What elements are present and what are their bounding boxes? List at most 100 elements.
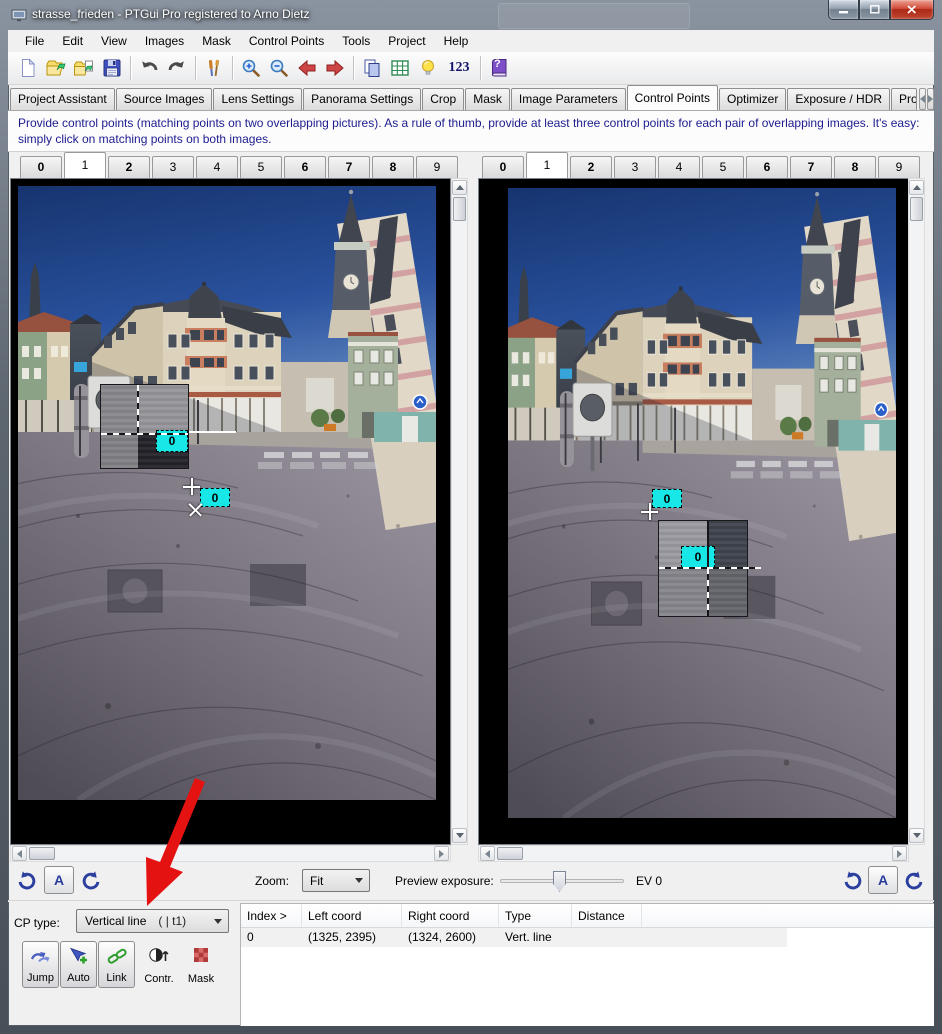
scroll-up-button[interactable] — [909, 180, 924, 195]
tools-button[interactable] — [200, 55, 228, 82]
previous-pair-button[interactable] — [293, 55, 321, 82]
col-header-right-coord[interactable]: Right coord — [402, 904, 499, 928]
menu-control-points[interactable]: Control Points — [240, 31, 333, 51]
scroll-right-button[interactable] — [434, 846, 449, 861]
new-project-button[interactable] — [14, 55, 42, 82]
scroll-left-button[interactable] — [480, 846, 495, 861]
optimizer-button[interactable] — [414, 55, 442, 82]
right-image-tab-9[interactable]: 9 — [878, 156, 920, 178]
link-button[interactable]: Link — [98, 941, 135, 988]
auto-button[interactable]: Auto — [60, 941, 97, 988]
menu-edit[interactable]: Edit — [53, 31, 92, 51]
scroll-up-button[interactable] — [452, 180, 467, 195]
rotate-cw-right-button[interactable] — [901, 868, 927, 894]
numeric-transform-button[interactable]: 123 — [442, 55, 476, 82]
left-horizontal-scrollbar[interactable] — [10, 845, 451, 862]
menu-file[interactable]: File — [16, 31, 53, 51]
images-button[interactable] — [358, 55, 386, 82]
col-header-left-coord[interactable]: Left coord — [302, 904, 402, 928]
tab-image-parameters[interactable]: Image Parameters — [511, 88, 626, 110]
tab-control-points[interactable]: Control Points — [627, 85, 718, 110]
left-image-tab-1[interactable]: 1 — [64, 152, 106, 178]
left-image-tab-9[interactable]: 9 — [416, 156, 458, 178]
left-vertical-scrollbar[interactable] — [451, 178, 468, 845]
zoom-out-button[interactable] — [265, 55, 293, 82]
cell-distance[interactable] — [572, 928, 642, 947]
left-image-tab-0[interactable]: 0 — [20, 156, 62, 178]
cp-plus-marker[interactable] — [183, 478, 200, 495]
rotate-ccw-right-button[interactable] — [840, 868, 866, 894]
left-image-tab-7[interactable]: 7 — [328, 156, 370, 178]
tab-lens-settings[interactable]: Lens Settings — [213, 88, 302, 110]
save-project-button[interactable] — [98, 55, 126, 82]
col-header-type[interactable]: Type — [499, 904, 572, 928]
close-button[interactable] — [890, 0, 934, 20]
tab-panorama-settings[interactable]: Panorama Settings — [303, 88, 421, 110]
undo-button[interactable] — [135, 55, 163, 82]
menu-images[interactable]: Images — [136, 31, 193, 51]
scroll-down-button[interactable] — [452, 828, 467, 843]
right-image-tab-5[interactable]: 5 — [702, 156, 744, 178]
tab-exposure-hdr[interactable]: Exposure / HDR — [787, 88, 890, 110]
tab-mask[interactable]: Mask — [465, 88, 510, 110]
open-project-button[interactable] — [42, 55, 70, 82]
right-image-tab-1[interactable]: 1 — [526, 152, 568, 178]
scroll-down-button[interactable] — [909, 828, 924, 843]
right-image-tab-2[interactable]: 2 — [570, 156, 612, 178]
tab-optimizer[interactable]: Optimizer — [719, 88, 786, 110]
scroll-right-button[interactable] — [892, 846, 907, 861]
left-image-tab-5[interactable]: 5 — [240, 156, 282, 178]
left-image-tab-3[interactable]: 3 — [152, 156, 194, 178]
menu-help[interactable]: Help — [435, 31, 478, 51]
control-point-table[interactable]: Index > Left coord Right coord Type Dist… — [241, 903, 934, 1026]
mask-button[interactable]: Mask — [180, 941, 222, 988]
col-header-distance[interactable]: Distance — [572, 904, 642, 928]
cell-type[interactable]: Vert. line — [499, 928, 572, 947]
cell-index[interactable]: 0 — [241, 928, 302, 947]
cell-left-coord[interactable]: (1325, 2395) — [302, 928, 402, 947]
left-image-tab-8[interactable]: 8 — [372, 156, 414, 178]
menu-project[interactable]: Project — [379, 31, 434, 51]
cell-right-coord[interactable]: (1324, 2600) — [402, 928, 499, 947]
left-image-tab-6[interactable]: 6 — [284, 156, 326, 178]
tab-project-assistant[interactable]: Project Assistant — [10, 88, 115, 110]
tab-scroll-right-button[interactable] — [927, 88, 934, 110]
help-button[interactable]: ? — [485, 55, 513, 82]
next-pair-button[interactable] — [321, 55, 349, 82]
right-vertical-scrollbar[interactable] — [908, 178, 925, 845]
rotate-ccw-left-button[interactable] — [14, 868, 40, 894]
auto-rotate-right-button[interactable]: A — [868, 866, 898, 894]
tab-crop[interactable]: Crop — [422, 88, 464, 110]
cp-marker-badge[interactable]: 0 — [681, 546, 715, 568]
cp-marker-badge[interactable]: 0 — [200, 488, 230, 507]
scroll-left-button[interactable] — [12, 846, 27, 861]
menu-view[interactable]: View — [92, 31, 136, 51]
right-image-tab-3[interactable]: 3 — [614, 156, 656, 178]
tab-project-settings[interactable]: Project Se — [891, 88, 917, 110]
menu-tools[interactable]: Tools — [333, 31, 379, 51]
cp-type-select[interactable]: Vertical line ( | t1) — [76, 909, 229, 933]
scrollbar-thumb[interactable] — [453, 197, 466, 221]
scrollbar-thumb[interactable] — [910, 197, 923, 221]
redo-button[interactable] — [163, 55, 191, 82]
left-image-tab-2[interactable]: 2 — [108, 156, 150, 178]
scrollbar-thumb[interactable] — [497, 847, 523, 860]
rotate-cw-left-button[interactable] — [78, 868, 104, 894]
cp-table-button[interactable] — [386, 55, 414, 82]
menu-mask[interactable]: Mask — [193, 31, 240, 51]
right-street-photo[interactable] — [508, 188, 896, 818]
contrast-button[interactable]: Contr. — [138, 941, 180, 988]
title-bar[interactable]: strasse_frieden - PTGui Pro registered t… — [0, 0, 942, 30]
tab-scroll-left-button[interactable] — [919, 88, 926, 110]
zoom-in-button[interactable] — [237, 55, 265, 82]
right-image-tab-0[interactable]: 0 — [482, 156, 524, 178]
right-image-tab-8[interactable]: 8 — [834, 156, 876, 178]
cp-plus-marker[interactable] — [641, 503, 658, 520]
left-image-tab-4[interactable]: 4 — [196, 156, 238, 178]
right-image-tab-4[interactable]: 4 — [658, 156, 700, 178]
right-image-tab-7[interactable]: 7 — [790, 156, 832, 178]
maximize-button[interactable] — [859, 0, 890, 20]
tab-source-images[interactable]: Source Images — [116, 88, 213, 110]
auto-rotate-left-button[interactable]: A — [44, 866, 74, 894]
minimize-button[interactable] — [828, 0, 859, 20]
